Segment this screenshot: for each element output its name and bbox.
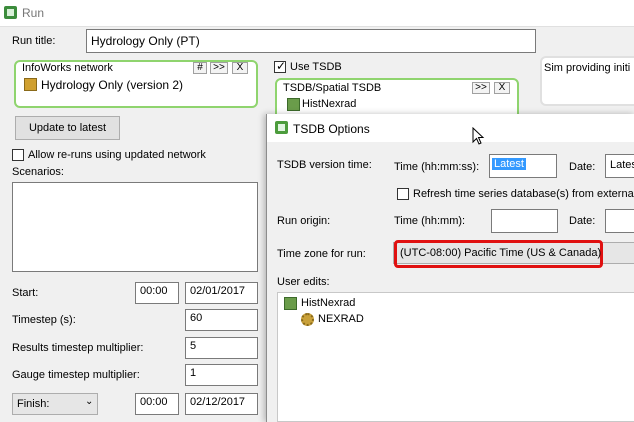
version-time-input[interactable]: Latest: [489, 154, 557, 178]
update-to-latest-button[interactable]: Update to latest: [15, 116, 120, 140]
refresh-tsdb-label: Refresh time series database(s) from ext…: [413, 188, 634, 200]
window-title: Run: [22, 6, 45, 20]
gauge-multiplier-input[interactable]: 1: [185, 364, 258, 386]
timezone-label: Time zone for run:: [277, 248, 366, 260]
use-tsdb-label: Use TSDB: [290, 61, 342, 73]
sim-initial-state-title: Sim providing initi: [544, 62, 631, 74]
scenarios-list[interactable]: [12, 182, 258, 272]
dialog-icon: [275, 121, 288, 134]
tsdb-expand-button[interactable]: >>: [472, 82, 490, 94]
chevron-down-icon: ⌄: [85, 396, 94, 407]
run-origin-label: Run origin:: [277, 215, 331, 227]
finish-date-input[interactable]: 02/12/2017: [185, 393, 258, 415]
version-time-label: TSDB version time:: [277, 159, 372, 171]
tree-item-histnexrad[interactable]: HistNexrad: [301, 297, 355, 309]
version-date-input[interactable]: Lates: [605, 154, 634, 178]
scenarios-label: Scenarios:: [12, 166, 64, 178]
database-icon: [284, 297, 297, 310]
results-multiplier-label: Results timestep multiplier:: [12, 342, 144, 354]
version-time-value: Latest: [492, 158, 526, 170]
timezone-value: (UTC-08:00) Pacific Time (US & Canada): [400, 247, 602, 259]
refresh-tsdb-checkbox[interactable]: [397, 188, 409, 200]
allow-reruns-checkbox[interactable]: [12, 149, 24, 161]
run-origin-date-label: Date:: [569, 215, 596, 227]
finish-select-label: Finish:: [17, 398, 50, 410]
allow-reruns-label: Allow re-runs using updated network: [28, 149, 206, 161]
run-title-input[interactable]: Hydrology Only (PT): [86, 29, 536, 53]
finish-time-input[interactable]: 00:00: [135, 393, 179, 415]
gauge-multiplier-label: Gauge timestep multiplier:: [12, 369, 140, 381]
tsdb-options-dialog: TSDB Options TSDB version time: Time (hh…: [266, 114, 634, 422]
run-origin-time-input[interactable]: [491, 209, 558, 233]
start-date-input[interactable]: 02/01/2017: [185, 282, 258, 304]
start-label: Start:: [12, 287, 39, 299]
infoworks-expand-button[interactable]: >>: [210, 62, 228, 74]
timestep-label: Timestep (s):: [12, 314, 76, 326]
dialog-title: TSDB Options: [293, 122, 370, 136]
gear-icon: [301, 313, 314, 326]
infoworks-remove-button[interactable]: X: [232, 62, 248, 74]
infoworks-network-item[interactable]: Hydrology Only (version 2): [41, 78, 183, 92]
timestep-input[interactable]: 60: [185, 309, 258, 331]
use-tsdb-checkbox[interactable]: [274, 59, 286, 73]
user-edits-label: User edits:: [277, 276, 330, 288]
mouse-cursor-icon: [472, 127, 485, 145]
results-multiplier-input[interactable]: 5: [185, 337, 258, 359]
tsdb-title: TSDB/Spatial TSDB: [283, 82, 382, 94]
time-hhmm-label: Time (hh:mm):: [394, 215, 466, 227]
tsdb-item[interactable]: HistNexrad: [302, 98, 356, 110]
version-date-label: Date:: [569, 161, 596, 173]
start-time-input[interactable]: 00:00: [135, 282, 179, 304]
network-icon: [24, 78, 37, 91]
run-origin-date-input[interactable]: [605, 209, 634, 233]
tree-item-nexrad[interactable]: NEXRAD: [318, 313, 364, 325]
user-edits-tree[interactable]: [277, 292, 634, 422]
app-icon: [4, 6, 17, 19]
tsdb-remove-button[interactable]: X: [494, 82, 510, 94]
tsdb-item-icon: [287, 98, 300, 111]
run-title-label: Run title:: [12, 35, 56, 47]
title-bar: [0, 0, 634, 27]
infoworks-hash-button[interactable]: #: [193, 62, 207, 74]
time-hhmmss-label: Time (hh:mm:ss):: [394, 161, 480, 173]
infoworks-network-title: InfoWorks network: [22, 62, 113, 74]
